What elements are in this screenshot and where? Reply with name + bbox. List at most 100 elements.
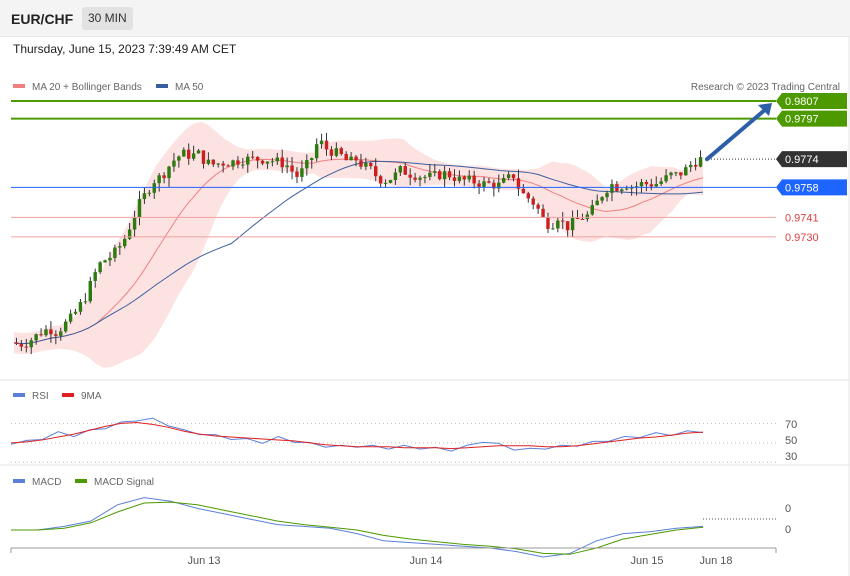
legend-label-rsi-ma: 9MA: [81, 391, 102, 402]
candle-body: [472, 175, 476, 184]
candle-body: [570, 217, 575, 231]
candle-body: [418, 177, 422, 180]
candle-body: [118, 246, 122, 248]
candle-body: [88, 281, 93, 302]
candle-body: [674, 172, 678, 174]
candle-body: [177, 156, 181, 161]
candle-body: [314, 144, 319, 159]
candle-body: [403, 166, 407, 175]
level-tags: 0.9807 0.9797 0.9774 0.9758 0.9741 0.9730: [776, 92, 847, 244]
candle-body: [413, 177, 417, 180]
candle-body: [29, 340, 33, 348]
pivot-level-label: 0.9758: [785, 182, 819, 194]
candle-body: [698, 157, 703, 167]
candle-body: [659, 181, 663, 184]
candle-body: [477, 183, 481, 187]
candle-body: [374, 166, 378, 177]
candle-body: [162, 175, 166, 179]
legend-label-ma20: MA 20 + Bollinger Bands: [32, 82, 142, 93]
legend-swatch-rsi: [13, 393, 25, 397]
copyright-note: Research © 2023 Trading Central: [691, 82, 840, 93]
candle-body: [664, 175, 668, 182]
candle-body: [585, 214, 590, 220]
x-tick-label: Jun 15: [630, 555, 663, 567]
candle-body: [565, 221, 570, 231]
candle-body: [137, 199, 142, 218]
x-tick-label: Jun 14: [409, 555, 442, 567]
candle-body: [442, 171, 447, 180]
candle-body: [344, 153, 348, 161]
legend-swatch-ma50: [156, 84, 168, 88]
candle-body: [482, 181, 486, 187]
candle-body: [561, 220, 565, 222]
support-level-label: 0.9741: [785, 212, 819, 224]
candle-body: [73, 311, 78, 314]
candle-body: [378, 176, 383, 184]
candle-body: [216, 163, 220, 165]
candle-body: [172, 160, 176, 167]
candle-body: [639, 182, 644, 187]
candle-body: [44, 329, 48, 336]
candle-body: [221, 163, 225, 166]
candle-body: [191, 153, 196, 159]
candle-body: [310, 158, 314, 161]
candle-body: [19, 343, 24, 347]
candle-body: [147, 192, 152, 194]
candle-body: [600, 197, 604, 201]
candle-body: [620, 189, 624, 192]
candle-body: [526, 193, 531, 199]
candle-body: [688, 164, 693, 168]
candle-body: [383, 182, 388, 184]
candle-body: [511, 174, 516, 179]
x-tick-label: Jun 18: [699, 555, 732, 567]
candle-body: [359, 160, 363, 167]
candle-body: [580, 218, 585, 220]
candle-body: [393, 172, 398, 181]
candle-body: [108, 257, 112, 261]
candle-body: [83, 301, 88, 303]
legend-swatch-rsi-ma: [62, 393, 74, 397]
candle-body: [196, 150, 201, 154]
candle-body: [265, 161, 270, 164]
candle-body: [93, 272, 97, 282]
candle-body: [654, 183, 658, 187]
candle-body: [275, 157, 280, 162]
target-level-label: 0.9807: [785, 96, 819, 108]
candle-body: [329, 149, 334, 156]
current-price-label: 0.9774: [785, 154, 819, 166]
candle-body: [679, 172, 683, 176]
candle-body: [206, 159, 211, 164]
candle-body: [270, 161, 275, 163]
rsi-panel: [10, 417, 776, 463]
candle-body: [369, 163, 373, 167]
candle-body: [334, 148, 339, 156]
candle-body: [132, 217, 137, 230]
legend-label-macd: MACD: [32, 477, 61, 488]
candle-body: [34, 334, 38, 341]
candle-body: [649, 184, 654, 187]
candle-body: [605, 192, 609, 198]
candle-body: [408, 174, 412, 178]
candle-body: [487, 181, 491, 183]
legend-label-ma50: MA 50: [175, 82, 204, 93]
candle-body: [467, 175, 471, 180]
x-tick-label: Jun 13: [187, 555, 220, 567]
candle-body: [452, 177, 457, 181]
candle-body: [551, 228, 555, 230]
candle-body: [250, 156, 255, 158]
candle-body: [305, 160, 309, 169]
candle-body: [201, 150, 206, 164]
legend-swatch-ma20: [13, 84, 25, 88]
rsi-ma-line: [10, 421, 704, 450]
candle-body: [211, 159, 216, 165]
candle-body: [541, 208, 545, 218]
candle-body: [644, 182, 649, 185]
candle-body: [536, 204, 540, 209]
candle-body: [693, 164, 698, 167]
candle-body: [231, 160, 235, 167]
candle-body: [24, 346, 29, 348]
macd-signal-line: [11, 501, 704, 555]
candle-body: [182, 149, 186, 157]
candle-body: [300, 168, 304, 177]
candle-body: [506, 174, 511, 179]
